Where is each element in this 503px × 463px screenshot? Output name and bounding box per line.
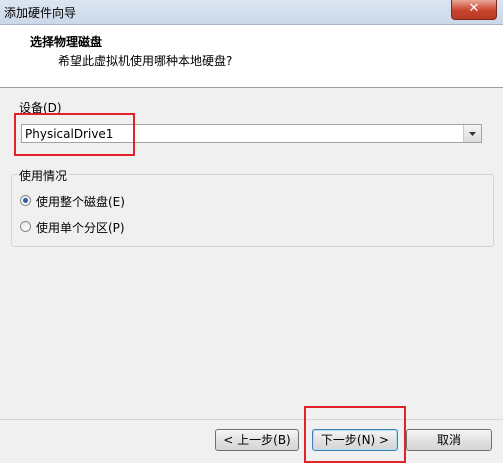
radio-label-whole-disk: 使用整个磁盘(E) <box>36 195 125 209</box>
radio-button-single-partition[interactable] <box>20 221 31 232</box>
radio-button-whole-disk[interactable] <box>20 195 31 206</box>
window-title: 添加硬件向导 <box>4 6 77 20</box>
usage-group <box>11 174 494 247</box>
cancel-button[interactable]: 取消 <box>406 429 492 451</box>
chevron-down-icon <box>469 132 476 136</box>
wizard-header: 选择物理磁盘 希望此虚拟机使用哪种本地硬盘? <box>0 25 503 88</box>
close-button[interactable]: ✕ <box>451 0 497 20</box>
title-bar: 添加硬件向导 ✕ <box>0 0 503 25</box>
radio-label-single-partition: 使用单个分区(P) <box>36 221 125 235</box>
highlight-box-next <box>304 406 406 463</box>
back-button[interactable]: < 上一步(B) <box>215 429 299 451</box>
page-subtitle: 希望此虚拟机使用哪种本地硬盘? <box>58 54 233 68</box>
dropdown-arrow-button[interactable] <box>463 125 481 142</box>
page-title: 选择物理磁盘 <box>30 35 103 49</box>
usage-label: 使用情况 <box>18 167 69 184</box>
highlight-box-device <box>14 113 135 156</box>
footer-divider <box>0 419 503 420</box>
